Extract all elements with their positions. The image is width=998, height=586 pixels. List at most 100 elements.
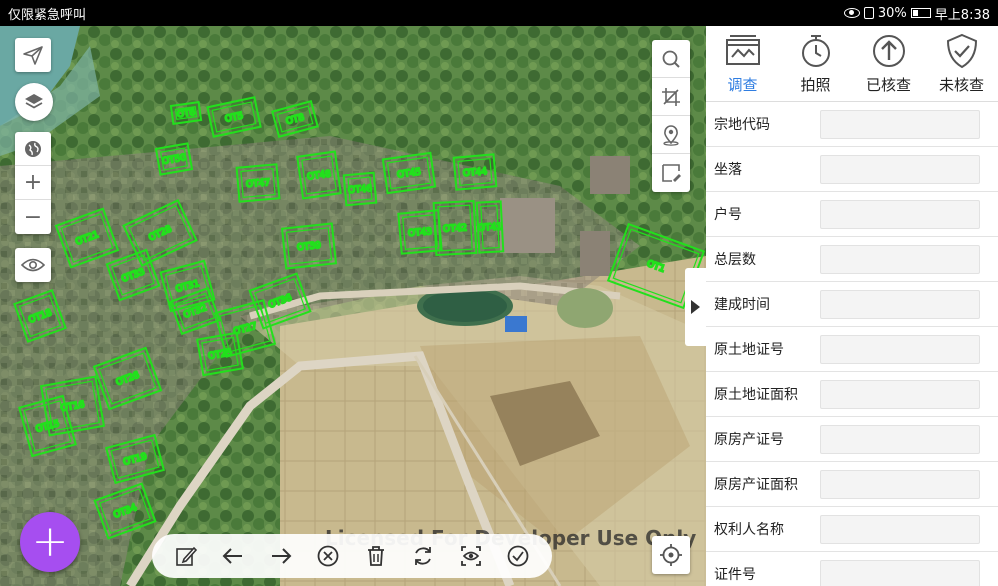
draw-polygon-button[interactable]	[652, 154, 690, 192]
field-location: 坐落	[706, 147, 998, 192]
owner-name-input[interactable]	[820, 514, 980, 544]
land-cert-area-input[interactable]	[820, 379, 980, 409]
tab-survey-label: 调查	[727, 76, 758, 94]
field-total-floors: 总层数	[706, 237, 998, 282]
delete-icon	[367, 546, 384, 566]
field-id-number: 证件号	[706, 552, 998, 586]
location-pin-button[interactable]	[652, 116, 690, 154]
globe-icon	[25, 140, 41, 157]
preview-button[interactable]	[454, 539, 488, 573]
layers-button[interactable]	[15, 83, 53, 121]
eye-icon	[21, 258, 45, 272]
tab-unchecked[interactable]: 未核查	[925, 26, 998, 101]
emergency-call-text: 仅限紧急呼叫	[8, 7, 87, 23]
draw-polygon-icon	[662, 164, 681, 182]
plus-icon: +	[31, 516, 69, 567]
search-button[interactable]	[652, 40, 690, 78]
globe-button[interactable]	[15, 132, 51, 166]
search-icon	[662, 50, 680, 68]
field-household-no: 户号	[706, 192, 998, 237]
household-no-input[interactable]	[820, 199, 980, 229]
map-right-toolbar	[652, 40, 690, 192]
redo-button[interactable]	[264, 539, 298, 573]
land-cert-no-input[interactable]	[820, 334, 980, 364]
delete-button[interactable]	[359, 539, 393, 573]
tab-survey[interactable]: 调查	[706, 26, 779, 101]
status-bar: 仅限紧急呼叫 30% 早上8:38	[0, 0, 998, 26]
preview-icon	[460, 546, 481, 566]
cancel-button[interactable]	[311, 539, 345, 573]
refresh-button[interactable]	[406, 539, 440, 573]
field-label: 户号	[714, 207, 742, 223]
edit-icon	[175, 546, 197, 566]
add-parcel-fab[interactable]: +	[20, 512, 80, 572]
send-icon	[23, 46, 43, 65]
field-property-cert-no: 原房产证号	[706, 417, 998, 462]
battery-icon	[910, 8, 931, 18]
zoom-out-button[interactable]: −	[15, 200, 51, 234]
crop-icon	[662, 87, 680, 106]
location-input[interactable]	[820, 154, 980, 184]
field-label: 原房产证面积	[714, 477, 798, 493]
tab-checked-label: 已核查	[865, 76, 911, 94]
panel-tabs: 调查 拍照 已核查 未核查	[706, 26, 998, 102]
zoom-controls: + −	[15, 132, 51, 234]
locate-me-button[interactable]	[652, 536, 690, 574]
panel-collapse-toggle[interactable]	[685, 268, 706, 346]
redo-arrow-icon	[271, 548, 292, 564]
field-label: 宗地代码	[714, 117, 770, 133]
id-number-input[interactable]	[820, 559, 980, 586]
map-view[interactable]: OT6 OT5 OT8 OT50 OT47 OT48 OT46 OT45 OT44 OT39 OT4…	[0, 26, 706, 586]
field-label: 权利人名称	[714, 522, 784, 538]
field-parcel-code: 宗地代码	[706, 102, 998, 147]
edit-toolbar	[152, 534, 552, 578]
crop-button[interactable]	[652, 78, 690, 116]
timer-camera-icon	[801, 35, 830, 67]
location-pin-icon	[663, 124, 679, 146]
undo-button[interactable]	[216, 539, 250, 573]
field-label: 原土地证号	[714, 342, 784, 358]
confirm-icon	[507, 545, 529, 567]
property-cert-no-input[interactable]	[820, 424, 980, 454]
chevron-right-icon	[691, 300, 700, 314]
upload-checked-icon	[872, 35, 905, 67]
survey-panel: 调查 拍照 已核查 未核查 宗地代码 坐落 户号 总层数 建成时间 原土地证号 …	[706, 26, 998, 586]
layers-icon	[25, 94, 43, 109]
field-build-date: 建成时间	[706, 282, 998, 327]
field-owner-name: 权利人名称	[706, 507, 998, 552]
sim-icon	[863, 7, 874, 19]
confirm-button[interactable]	[501, 539, 535, 573]
send-button[interactable]	[15, 38, 51, 72]
build-date-input[interactable]	[820, 289, 980, 319]
shield-check-icon	[946, 33, 977, 69]
field-label: 建成时间	[714, 297, 770, 313]
cancel-icon	[317, 545, 339, 567]
tab-checked[interactable]: 已核查	[852, 26, 925, 101]
battery-percent: 30%	[877, 5, 907, 21]
total-floors-input[interactable]	[820, 244, 980, 274]
field-label: 原土地证面积	[714, 387, 798, 403]
parcel-label: OT47	[246, 178, 271, 190]
tab-photo-label: 拍照	[800, 76, 831, 94]
zoom-in-icon: +	[23, 170, 43, 195]
visibility-button[interactable]	[15, 248, 51, 282]
parcel-code-input[interactable]	[820, 109, 980, 139]
field-label: 证件号	[714, 567, 756, 583]
survey-form: 宗地代码 坐落 户号 总层数 建成时间 原土地证号 原土地证面积 原房产证号 原…	[706, 102, 998, 586]
field-land-cert-no: 原土地证号	[706, 327, 998, 372]
parcel-label: OT41	[478, 222, 503, 233]
clock: 早上8:38	[934, 7, 990, 23]
satellite-imagery: OT6 OT5 OT8OT50OT47OT48OT46OT45 OT44OT39OT4…	[0, 26, 706, 586]
app-screen: 仅限紧急呼叫 30% 早上8:38 OT6 OT5 OT8 OT50 OT47 …	[0, 0, 998, 586]
parcel-label: OT43	[408, 227, 433, 239]
property-cert-area-input[interactable]	[820, 469, 980, 499]
undo-arrow-icon	[222, 548, 243, 564]
field-label: 坐落	[714, 162, 742, 178]
zoom-in-button[interactable]: +	[15, 166, 51, 200]
parcel-label: OT44	[463, 167, 488, 179]
tab-photo[interactable]: 拍照	[779, 26, 852, 101]
parcel-label: OT42	[443, 223, 468, 234]
refresh-icon	[415, 547, 432, 565]
zoom-out-icon: −	[23, 204, 43, 230]
edit-button[interactable]	[169, 539, 203, 573]
